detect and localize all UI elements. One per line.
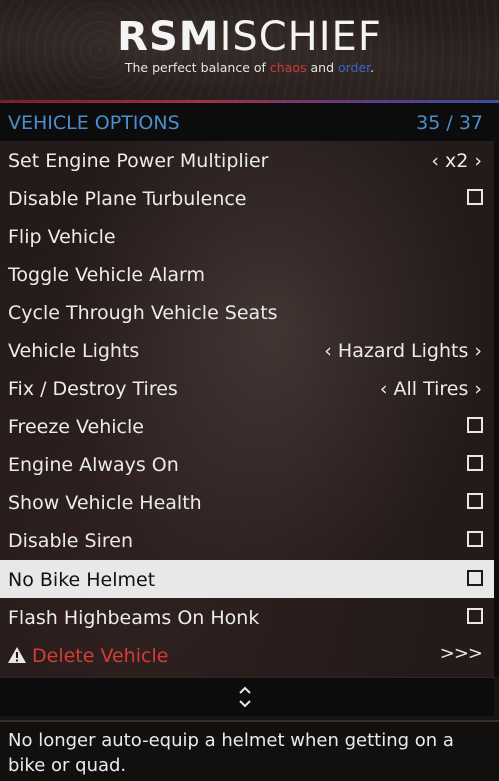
item-label: Disable Siren [8,530,133,552]
menu-item-no-bike-helmet[interactable]: No Bike Helmet [0,560,494,598]
checkbox[interactable] [467,570,483,586]
tagline-order: order [337,60,371,75]
option-selector[interactable]: ‹ x2 › [431,150,482,172]
menu-item-engine-power[interactable]: Set Engine Power Multiplier ‹ x2 › [0,141,494,179]
menu-item-vehicle-alarm[interactable]: Toggle Vehicle Alarm [0,255,494,293]
menu-item-delete-vehicle[interactable]: Delete Vehicle >>> [0,636,494,674]
submenu-header: VEHICLE OPTIONS 35 / 37 [0,103,494,141]
logo-bold: RSM [117,14,220,60]
option-selector[interactable]: ‹ Hazard Lights › [324,340,482,362]
checkbox[interactable] [467,493,483,509]
tagline-chaos: chaos [269,60,307,75]
item-label: No Bike Helmet [8,569,156,591]
item-counter: 35 / 37 [416,112,483,134]
menu-item-cycle-seats[interactable]: Cycle Through Vehicle Seats [0,293,494,331]
submenu-arrows: >>> [439,643,483,664]
checkbox[interactable] [467,417,483,433]
item-description: No longer auto-equip a helmet when getti… [0,720,499,781]
trainer-menu: RSMISCHIEF The perfect balance of chaos … [0,0,499,781]
tagline-prefix: The perfect balance of [124,60,270,75]
item-label: Show Vehicle Health [8,492,202,514]
checkbox[interactable] [467,608,483,624]
menu-item-flash-highbeams[interactable]: Flash Highbeams On Honk [0,598,494,636]
menu-item-vehicle-lights[interactable]: Vehicle Lights ‹ Hazard Lights › [0,331,494,369]
item-label: Delete Vehicle [32,645,169,667]
checkbox[interactable] [467,189,483,205]
menu-item-vehicle-health[interactable]: Show Vehicle Health [0,483,494,521]
description-text: No longer auto-equip a helmet when getti… [8,730,454,776]
item-label: Flip Vehicle [8,226,116,248]
checkbox[interactable] [467,531,483,547]
item-label: Freeze Vehicle [8,416,144,438]
tagline-mid: and [306,60,338,75]
item-label: Flash Highbeams On Honk [8,607,260,629]
scroll-footer [0,677,494,716]
menu-item-engine-always-on[interactable]: Engine Always On [0,445,494,483]
tagline-suffix: . [370,60,375,75]
checkbox[interactable] [467,455,483,471]
item-label: Disable Plane Turbulence [8,188,247,210]
item-label: Fix / Destroy Tires [8,378,178,400]
item-label: Set Engine Power Multiplier [8,150,269,172]
option-selector[interactable]: ‹ All Tires › [380,378,482,400]
logo: RSMISCHIEF [0,14,499,60]
item-label: Toggle Vehicle Alarm [8,264,206,286]
menu-item-plane-turbulence[interactable]: Disable Plane Turbulence [0,179,494,217]
menu-banner: RSMISCHIEF The perfect balance of chaos … [0,0,499,100]
item-label: Engine Always On [8,454,179,476]
warning-icon [8,647,26,663]
item-label: Cycle Through Vehicle Seats [8,302,278,324]
item-label: Vehicle Lights [8,340,140,362]
tagline: The perfect balance of chaos and order. [0,60,499,75]
menu-item-tires[interactable]: Fix / Destroy Tires ‹ All Tires › [0,369,494,407]
menu-item-freeze-vehicle[interactable]: Freeze Vehicle [0,407,494,445]
scrollbar[interactable] [494,103,499,677]
menu-item-flip-vehicle[interactable]: Flip Vehicle [0,217,494,255]
submenu-title: VEHICLE OPTIONS [8,112,180,134]
menu-item-disable-siren[interactable]: Disable Siren [0,521,494,559]
logo-light: ISCHIEF [219,14,382,60]
up-down-arrows-icon[interactable] [236,684,254,710]
